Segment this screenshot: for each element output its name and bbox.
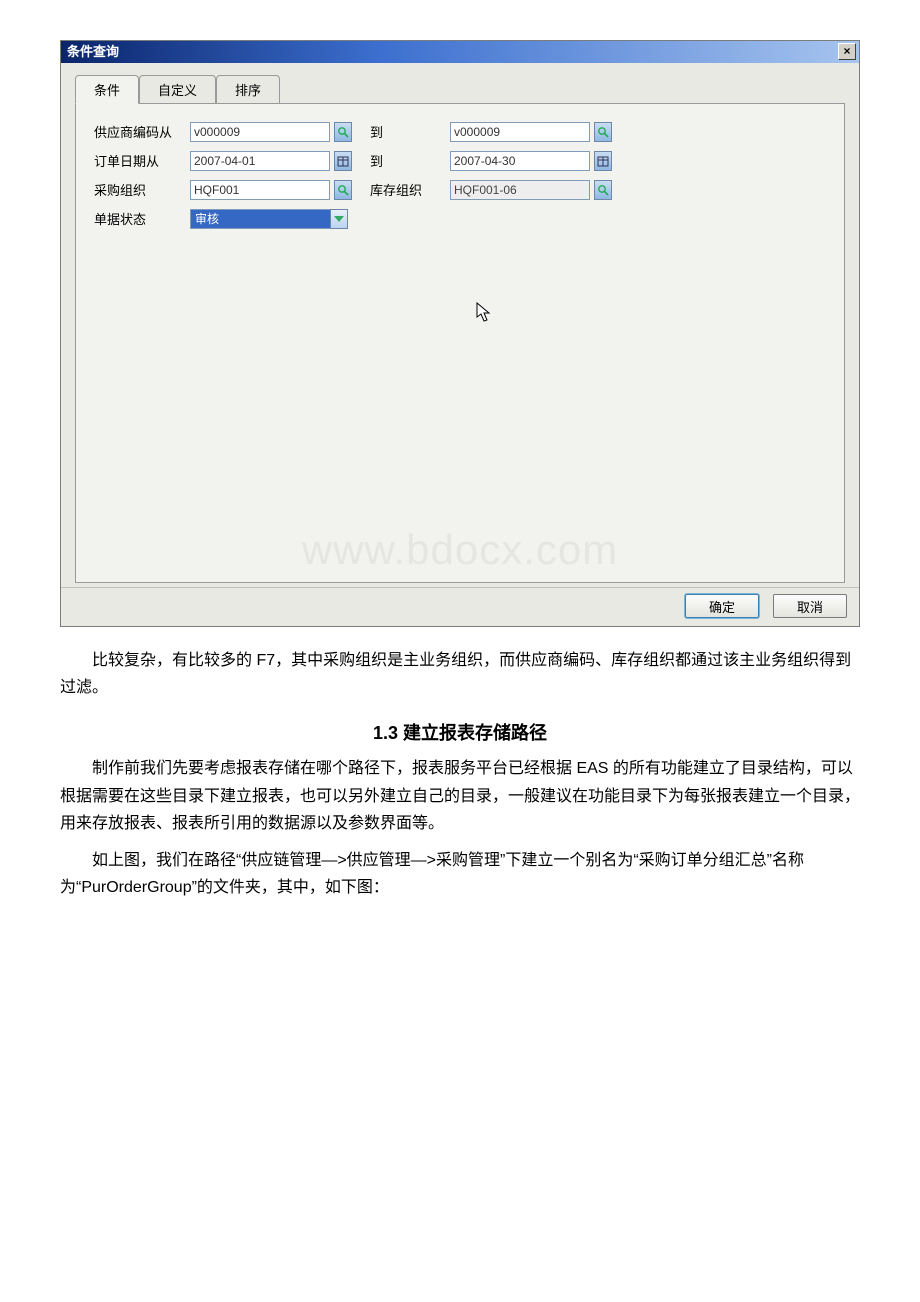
supplier-from-input[interactable] xyxy=(190,122,330,142)
dialog-titlebar[interactable]: 条件查询 × xyxy=(61,41,859,63)
date-from-input[interactable] xyxy=(190,151,330,171)
supplier-to-label: 到 xyxy=(356,122,446,141)
supplier-to-picker-icon[interactable] xyxy=(594,122,612,142)
purchase-org-input[interactable] xyxy=(190,180,330,200)
close-button[interactable]: × xyxy=(838,43,856,60)
status-value: 审核 xyxy=(190,209,330,229)
supplier-from-label: 供应商编码从 xyxy=(94,122,186,141)
tabbar: 条件 自定义 排序 xyxy=(75,75,845,104)
ok-button[interactable]: 确定 xyxy=(685,594,759,618)
query-dialog: 条件查询 × 条件 自定义 排序 供应商编码从 到 订单日期从 xyxy=(60,40,860,627)
paragraph-3: 如上图，我们在路径“供应链管理—>供应管理—>采购管理”下建立一个别名为“采购订… xyxy=(60,847,860,901)
storage-org-label: 库存组织 xyxy=(356,180,446,199)
supplier-from-picker-icon[interactable] xyxy=(334,122,352,142)
tab-conditions[interactable]: 条件 xyxy=(75,75,139,104)
cancel-button[interactable]: 取消 xyxy=(773,594,847,618)
dialog-footer: 确定 取消 xyxy=(61,587,859,626)
date-from-calendar-icon[interactable] xyxy=(334,151,352,171)
row-status: 单据状态 审核 xyxy=(94,205,826,232)
dialog-body: 条件 自定义 排序 供应商编码从 到 订单日期从 xyxy=(61,63,859,587)
supplier-to-input[interactable] xyxy=(450,122,590,142)
date-to-label: 到 xyxy=(356,151,446,170)
date-to-input[interactable] xyxy=(450,151,590,171)
purchase-org-picker-icon[interactable] xyxy=(334,180,352,200)
watermark: www.bdocx.com xyxy=(76,526,844,574)
chevron-down-icon[interactable] xyxy=(330,209,348,229)
dialog-title: 条件查询 xyxy=(67,44,119,59)
paragraph-2: 制作前我们先要考虑报表存储在哪个路径下，报表服务平台已经根据 EAS 的所有功能… xyxy=(60,755,860,837)
conditions-panel: 供应商编码从 到 订单日期从 到 xyxy=(75,103,845,583)
status-label: 单据状态 xyxy=(94,209,186,228)
date-from-label: 订单日期从 xyxy=(94,151,186,170)
row-date: 订单日期从 到 xyxy=(94,147,826,174)
storage-org-input[interactable] xyxy=(450,180,590,200)
status-dropdown[interactable]: 审核 xyxy=(190,209,348,229)
date-to-calendar-icon[interactable] xyxy=(594,151,612,171)
row-supplier: 供应商编码从 到 xyxy=(94,118,826,145)
paragraph-1: 比较复杂，有比较多的 F7，其中采购组织是主业务组织，而供应商编码、库存组织都通… xyxy=(60,647,860,701)
cursor-icon xyxy=(476,302,494,327)
row-org: 采购组织 库存组织 xyxy=(94,176,826,203)
tab-customize[interactable]: 自定义 xyxy=(139,75,216,104)
section-heading: 1.3 建立报表存储路径 xyxy=(60,719,860,745)
purchase-org-label: 采购组织 xyxy=(94,180,186,199)
tab-sort[interactable]: 排序 xyxy=(216,75,280,104)
storage-org-picker-icon[interactable] xyxy=(594,180,612,200)
